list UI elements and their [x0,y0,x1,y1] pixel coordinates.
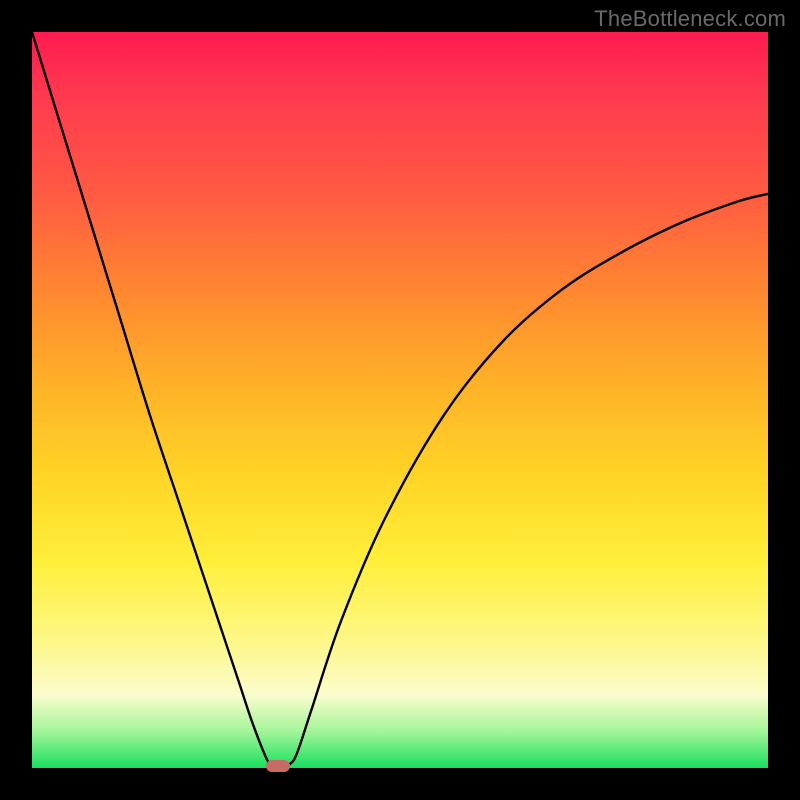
min-marker [266,760,290,772]
outer-frame: TheBottleneck.com [0,0,800,800]
chart-plot-area [32,32,768,768]
watermark-text: TheBottleneck.com [594,6,786,32]
bottleneck-curve [32,32,768,768]
